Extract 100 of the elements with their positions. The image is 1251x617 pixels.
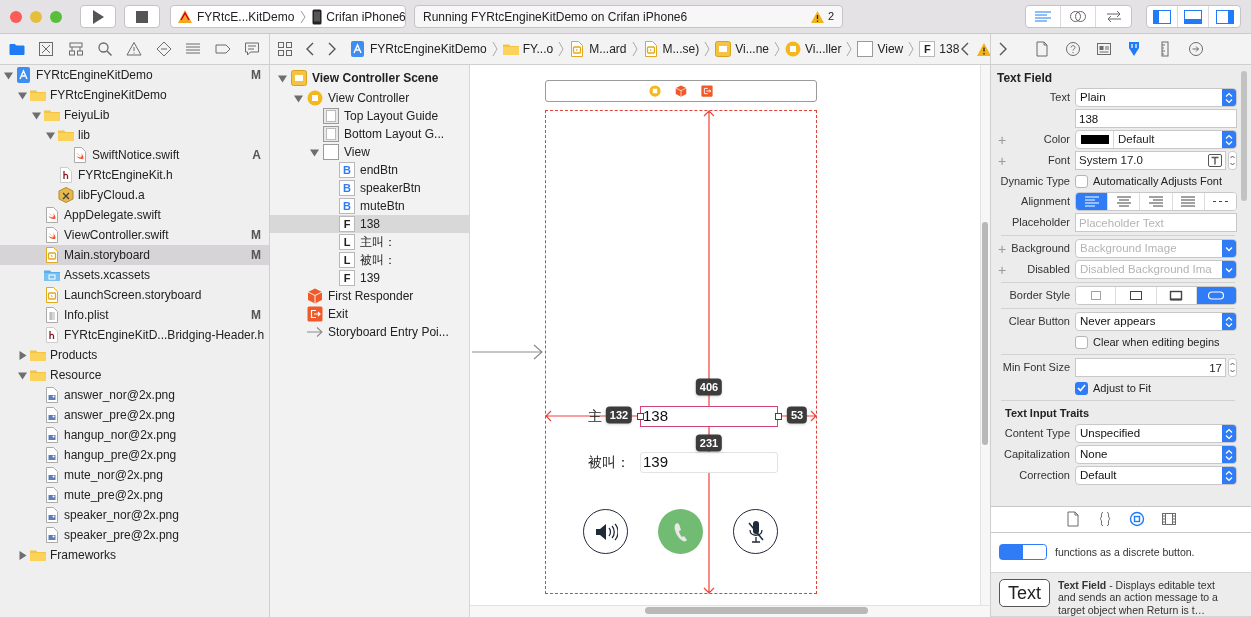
file-row[interactable]: FYRtcEngineKit.h [0,165,269,185]
popup-button[interactable]: Never appears [1075,312,1237,331]
exit-icon[interactable] [701,85,713,97]
disclosure-triangle-icon[interactable] [310,147,319,157]
outline-row[interactable]: View Controller Scene [270,67,469,89]
outline-row[interactable]: B endBtn [270,161,469,179]
constraint-badge[interactable]: 231 [695,434,723,452]
path-item[interactable]: Vi...ller [785,40,842,58]
file-row[interactable]: Resource [0,365,269,385]
stepper-icon[interactable] [1228,151,1237,170]
popup-button[interactable]: Unspecified [1075,424,1237,443]
file-row[interactable]: lib [0,125,269,145]
disclosure-triangle-icon[interactable] [18,90,27,100]
file-row[interactable]: AppDelegate.swift [0,205,269,225]
scrollbar[interactable] [982,222,988,445]
warning-icon[interactable] [977,42,992,56]
object-library-tab[interactable] [1128,510,1146,529]
font-picker-icon[interactable] [1208,154,1222,167]
scheme-selector[interactable]: FYRtcE...KitDemo Crifan iPhone6 [170,5,406,28]
square-x-tab[interactable] [37,40,56,58]
outline-row[interactable]: B muteBtn [270,197,469,215]
file-row[interactable]: Main.storyboard M [0,245,269,265]
outline-row[interactable]: Bottom Layout G... [270,125,469,143]
outline-row[interactable]: View [270,143,469,161]
close-button[interactable] [10,10,22,23]
disclosure-triangle-icon[interactable] [4,70,13,80]
checkbox[interactable] [1075,381,1088,395]
scrollbar[interactable] [1241,71,1247,201]
arrow-circle-tab[interactable] [1186,40,1205,58]
run-button[interactable] [80,5,116,28]
file-row[interactable]: ViewController.swift M [0,225,269,245]
path-item[interactable]: M...se) [642,40,700,58]
outline-row[interactable]: View Controller [270,89,469,107]
path-item[interactable]: M...ard [569,40,627,58]
checkbox[interactable] [1075,174,1088,188]
search-tab[interactable] [96,40,115,58]
file-row[interactable]: LaunchScreen.storyboard [0,285,269,305]
warning-tab[interactable] [125,40,144,58]
resize-handle[interactable] [637,413,644,420]
path-item[interactable]: Vi...ne [715,40,769,58]
popup-button[interactable]: Plain [1075,88,1237,107]
font-field[interactable]: System 17.0 [1075,151,1226,170]
disclosure-triangle-icon[interactable] [18,550,27,560]
constraint-badge[interactable]: 53 [786,406,808,424]
resize-handle[interactable] [775,413,782,420]
path-item[interactable]: FYRtcEngineKitDemo [350,40,487,58]
path-item[interactable]: F 138 [919,40,960,58]
file-row[interactable]: FYRtcEngineKitD...Bridging-Header.h [0,325,269,345]
file-row[interactable]: mute_nor@2x.png [0,465,269,485]
checkbox[interactable] [1075,335,1088,349]
popup-button[interactable]: None [1075,445,1237,464]
text-field[interactable]: 138 [640,406,778,427]
outline-row[interactable]: L 被叫： [270,251,469,269]
document-tab[interactable] [1064,510,1082,529]
placeholder-field[interactable]: Placeholder Text [1075,213,1237,232]
file-row[interactable]: hangup_pre@2x.png [0,445,269,465]
file-row[interactable]: speaker_pre@2x.png [0,525,269,545]
path-item[interactable]: FY...o [502,40,554,58]
file-row[interactable]: FYRtcEngineKitDemo M [0,65,269,85]
text-field[interactable]: 139 [640,452,778,473]
file-row[interactable]: Frameworks [0,545,269,565]
file-row[interactable]: answer_pre@2x.png [0,405,269,425]
number-field[interactable]: 17 [1075,358,1226,377]
cube-icon[interactable] [675,85,687,97]
disclosure-triangle-icon[interactable] [18,350,27,360]
grid-icon[interactable] [278,42,292,56]
help-tab[interactable] [1064,40,1082,58]
file-row[interactable]: answer_nor@2x.png [0,385,269,405]
file-row[interactable]: SwiftNotice.swift A [0,145,269,165]
file-row[interactable]: libFyCloud.a [0,185,269,205]
speech-bubble-tab[interactable] [243,40,262,58]
popup-button[interactable]: Default [1075,466,1237,485]
scrollbar[interactable] [645,607,868,614]
file-row[interactable]: mute_pre@2x.png [0,485,269,505]
outline-row[interactable]: Storyboard Entry Poi... [270,323,469,341]
color-popup-button[interactable]: Default [1075,130,1237,149]
file-row[interactable]: FeiyuLib [0,105,269,125]
outline-row[interactable]: F 138 [270,215,469,233]
outline-row[interactable]: First Responder [270,287,469,305]
hierarchy-tab[interactable] [66,40,85,58]
disclosure-triangle-icon[interactable] [294,93,303,103]
outline-row[interactable]: F 139 [270,269,469,287]
disclosure-triangle-icon[interactable] [278,73,287,83]
file-row[interactable]: speaker_nor@2x.png [0,505,269,525]
disclosure-triangle-icon[interactable] [32,110,41,120]
file-row[interactable]: FYRtcEngineKitDemo [0,85,269,105]
stop-button[interactable] [124,5,160,28]
disclosure-triangle-icon[interactable] [46,130,55,140]
id-card-tab[interactable] [1094,40,1113,58]
constraint-badge[interactable]: 406 [695,378,723,396]
outline-row[interactable]: Exit [270,305,469,323]
file-row[interactable]: hangup_nor@2x.png [0,425,269,445]
file-row[interactable]: Products [0,345,269,365]
path-item[interactable]: View [857,40,904,58]
diamond-tab[interactable] [154,40,173,58]
stepper-icon[interactable] [1228,358,1237,377]
text-field[interactable]: 138 [1075,109,1237,128]
file-row[interactable]: Assets.xcassets [0,265,269,285]
disclosure-triangle-icon[interactable] [18,370,27,380]
outline-row[interactable]: L 主叫： [270,233,469,251]
